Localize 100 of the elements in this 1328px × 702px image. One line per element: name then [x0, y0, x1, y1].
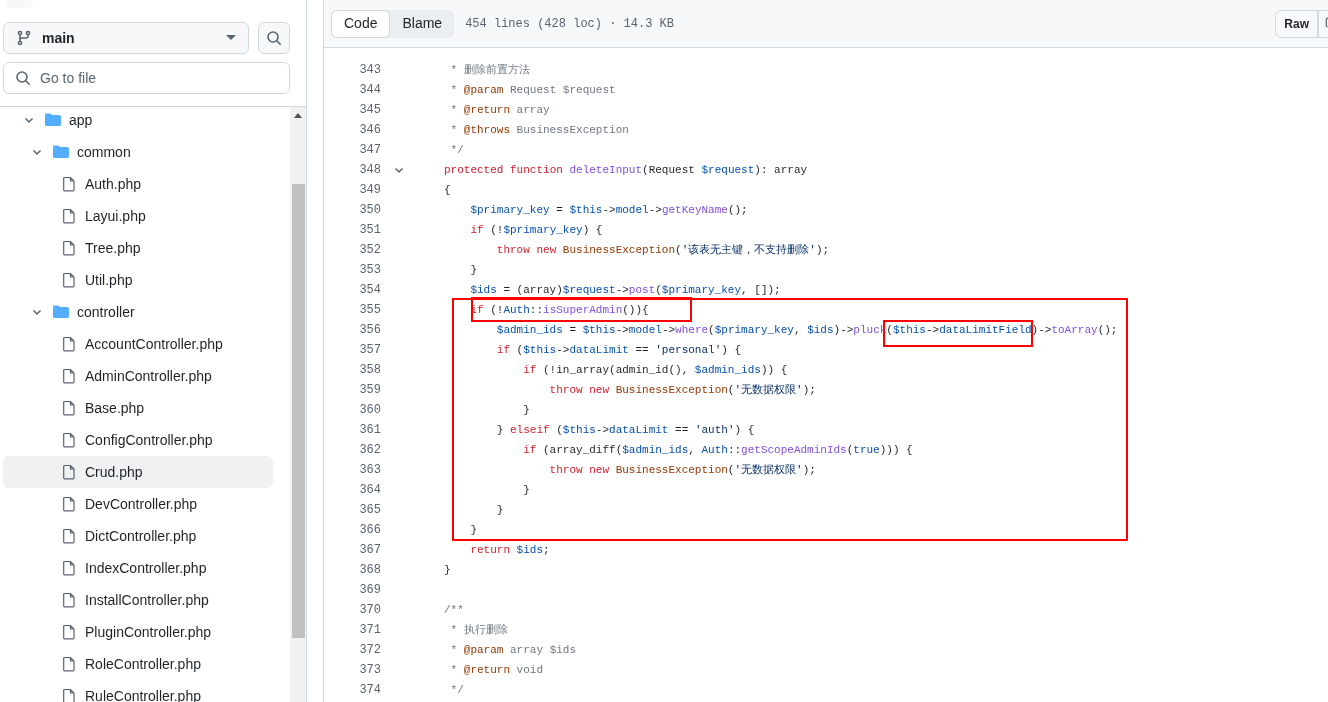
- code-line: * @param array $ids: [449, 644, 577, 656]
- caret-icon: [226, 35, 236, 41]
- code-line: }: [522, 484, 530, 496]
- file-icon: [61, 656, 77, 672]
- file-icon: [61, 592, 77, 608]
- code-line: if ($this->dataLimit == 'personal') {: [495, 344, 742, 356]
- folder-item[interactable]: controller: [3, 296, 273, 328]
- line-number: 347: [358, 142, 381, 159]
- code-line: * @return array: [449, 104, 550, 116]
- line-number: 372: [358, 642, 381, 659]
- code-line: } elseif ($this->dataLimit == 'auth') {: [495, 424, 755, 436]
- folder-icon: [53, 144, 69, 160]
- line-number: 348: [358, 162, 381, 179]
- line-number: 346: [358, 122, 381, 139]
- file-icon: [61, 624, 77, 640]
- code-line: }: [495, 504, 504, 516]
- file-icon: [61, 368, 77, 384]
- file-icon: [61, 528, 77, 544]
- raw-button[interactable]: Raw: [1275, 9, 1318, 38]
- code-line: /**: [444, 604, 464, 616]
- go-to-file-field[interactable]: Go to file: [3, 62, 290, 94]
- file-item[interactable]: Util.php: [3, 264, 273, 296]
- code-line: throw new BusinessException('该表无主键，不支持删除');: [495, 244, 830, 256]
- file-icon: [61, 688, 77, 702]
- code-line: protected function deleteInput(Request $request): array: [444, 164, 808, 176]
- line-number: 371: [358, 622, 381, 639]
- file-item[interactable]: InstallController.php: [3, 584, 273, 616]
- branch-name: main: [42, 28, 76, 48]
- search-button[interactable]: [258, 22, 290, 54]
- code-line: * @param Request $request: [449, 84, 616, 96]
- code-line: throw new BusinessException('无数据权限');: [548, 384, 816, 396]
- line-number: 369: [358, 582, 381, 599]
- file-icon: [61, 400, 77, 416]
- scroll-up-icon: [294, 113, 302, 118]
- folder-item[interactable]: app: [3, 104, 273, 136]
- tab[interactable]: Code: [331, 9, 391, 38]
- line-number: 345: [358, 102, 381, 119]
- code-line: $primary_key = $this->model->getKeyName();: [469, 204, 748, 216]
- line-number: 364: [358, 482, 381, 499]
- line-number: 352: [358, 242, 381, 259]
- line-number: 358: [358, 362, 381, 379]
- line-number: 351: [358, 222, 381, 239]
- file-item[interactable]: ConfigController.php: [3, 424, 273, 456]
- line-number: 354: [358, 282, 381, 299]
- file-icon: [61, 496, 77, 512]
- line-number: 366: [358, 522, 381, 539]
- file-item[interactable]: AdminController.php: [3, 360, 273, 392]
- file-icon: [61, 176, 77, 192]
- line-number: 373: [358, 662, 381, 679]
- file-icon: [61, 560, 77, 576]
- folder-item[interactable]: common: [3, 136, 273, 168]
- line-number: 356: [358, 322, 381, 339]
- code-line: }: [469, 524, 477, 536]
- code-line: */: [449, 684, 464, 696]
- line-number: 365: [358, 502, 381, 519]
- file-item[interactable]: Tree.php: [3, 232, 273, 264]
- file-item[interactable]: DevController.php: [3, 488, 273, 520]
- line-number: 363: [358, 462, 381, 479]
- line-number: 367: [358, 542, 381, 559]
- line-number: 349: [358, 182, 381, 199]
- code-line: }: [469, 264, 477, 276]
- file-item[interactable]: Base.php: [3, 392, 273, 424]
- scrollbar-thumb[interactable]: [291, 184, 305, 638]
- branch-selector[interactable]: main: [3, 22, 249, 54]
- code-line: if (array_diff($admin_ids, Auth::getScopeAdminIds(true))) {: [522, 444, 913, 456]
- folder-icon: [45, 112, 61, 128]
- file-item[interactable]: PluginController.php: [3, 616, 273, 648]
- line-number: 368: [358, 562, 381, 579]
- line-number: 370: [358, 602, 381, 619]
- file-item[interactable]: Crud.php: [3, 456, 273, 488]
- file-item[interactable]: Auth.php: [3, 168, 273, 200]
- search-icon: [15, 70, 31, 86]
- code-line: return $ids;: [469, 544, 550, 556]
- file-icon: [61, 208, 77, 224]
- code-line: {: [444, 184, 451, 196]
- file-item[interactable]: Layui.php: [3, 200, 273, 232]
- line-number: 374: [358, 682, 381, 699]
- line-number: 343: [358, 62, 381, 79]
- file-item[interactable]: DictController.php: [3, 520, 273, 552]
- line-number: 360: [358, 402, 381, 419]
- file-icon: [61, 336, 77, 352]
- code-line: * @return void: [449, 664, 544, 676]
- file-item[interactable]: IndexController.php: [3, 552, 273, 584]
- line-number: 350: [358, 202, 381, 219]
- file-item[interactable]: RoleController.php: [3, 648, 273, 680]
- file-info: 454 lines (428 loc) · 14.3 KB: [465, 15, 674, 33]
- branch-icon: [16, 30, 32, 46]
- file-icon: [61, 432, 77, 448]
- code-line: }: [444, 564, 451, 576]
- line-number: 357: [358, 342, 381, 359]
- file-item[interactable]: AccountController.php: [3, 328, 273, 360]
- line-number: 362: [358, 442, 381, 459]
- file-icon: [61, 464, 77, 480]
- line-number: 355: [358, 302, 381, 319]
- file-icon: [61, 240, 77, 256]
- line-number: 359: [358, 382, 381, 399]
- tab[interactable]: Blame: [390, 9, 455, 38]
- scrollbar[interactable]: [290, 107, 306, 702]
- line-number: 361: [358, 422, 381, 439]
- code-line: $ids = (array)$request->post($primary_key, []);: [469, 284, 781, 296]
